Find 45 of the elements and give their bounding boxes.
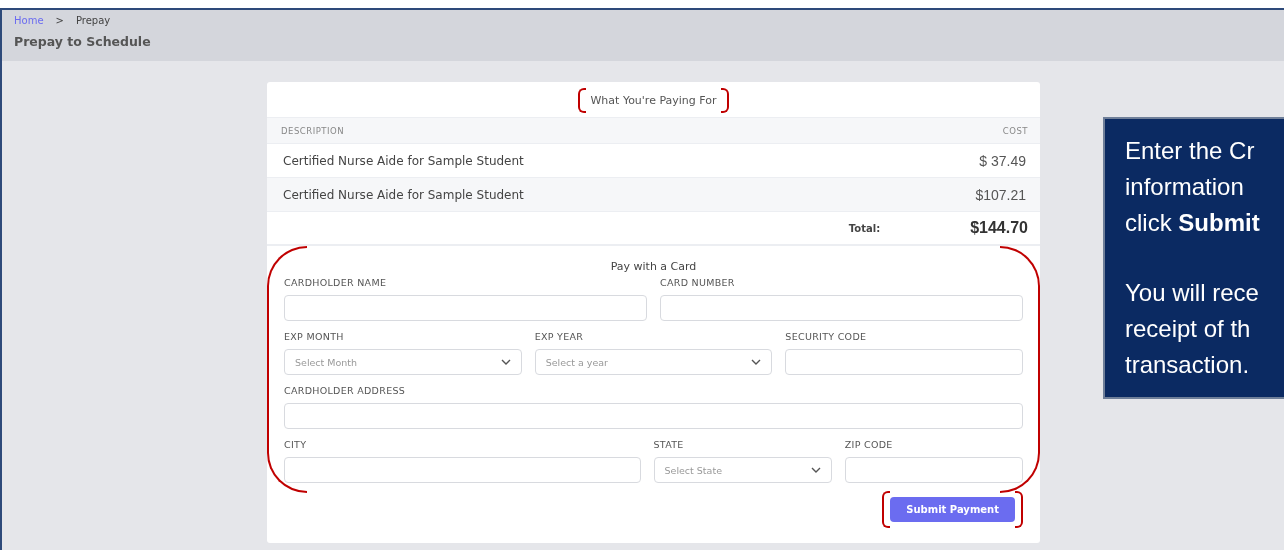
select-dropdown[interactable]: Select a year xyxy=(534,349,773,375)
field-label: CARDHOLDER ADDRESS xyxy=(284,385,407,398)
callout-text: You will rece xyxy=(1125,278,1260,308)
field-label: EXP MONTH xyxy=(284,331,345,344)
chevron-down-icon xyxy=(500,359,511,365)
callout-text: Enter the Cr xyxy=(1125,136,1256,166)
input-field[interactable] xyxy=(660,295,1023,321)
field-label: CITY xyxy=(284,439,308,452)
field-label: CARDHOLDER NAME xyxy=(284,277,388,290)
item-description: Certified Nurse Aide for Sample Student xyxy=(283,187,524,202)
page-title: Prepay to Schedule xyxy=(14,34,152,49)
summary-title: What You're Paying For xyxy=(590,94,717,107)
annotation-bracket xyxy=(882,491,891,528)
callout-text: transaction. xyxy=(1125,350,1251,380)
submit-payment-button[interactable]: Submit Payment xyxy=(890,497,1015,522)
column-header: DESCRIPTION xyxy=(281,126,345,136)
item-cost: $107.21 xyxy=(975,186,1026,203)
input-field[interactable] xyxy=(284,403,1023,429)
select-dropdown[interactable]: Select State xyxy=(653,457,832,483)
breadcrumb-current: Prepay xyxy=(75,15,111,26)
input-field[interactable] xyxy=(844,457,1023,483)
total-label: Total: xyxy=(848,222,881,234)
chevron-down-icon xyxy=(751,359,762,365)
field-label: CARD NUMBER xyxy=(660,277,736,290)
breadcrumb-link[interactable]: Home xyxy=(14,15,44,26)
item-cost: $ 37.49 xyxy=(979,152,1026,169)
item-description: Certified Nurse Aide for Sample Student xyxy=(283,153,524,168)
column-header: COST xyxy=(1002,126,1028,136)
total-amount: $144.70 xyxy=(970,219,1028,237)
callout-text: receipt of th xyxy=(1125,314,1252,344)
callout-text: click Submit xyxy=(1125,208,1261,238)
select-dropdown[interactable]: Select Month xyxy=(284,349,522,375)
callout-text: information xyxy=(1125,172,1245,202)
field-label: ZIP CODE xyxy=(844,439,894,452)
input-field[interactable] xyxy=(785,349,1023,375)
field-label: EXP YEAR xyxy=(534,331,585,344)
form-title: Pay with a Card xyxy=(610,260,697,273)
chevron-down-icon xyxy=(810,467,821,473)
input-field[interactable] xyxy=(284,457,641,483)
annotation-bracket xyxy=(720,88,729,113)
field-label: SECURITY CODE xyxy=(785,331,868,344)
breadcrumb-separator: > xyxy=(55,15,64,26)
annotation-bracket xyxy=(578,88,587,113)
field-label: STATE xyxy=(653,439,685,452)
input-field[interactable] xyxy=(284,295,647,321)
